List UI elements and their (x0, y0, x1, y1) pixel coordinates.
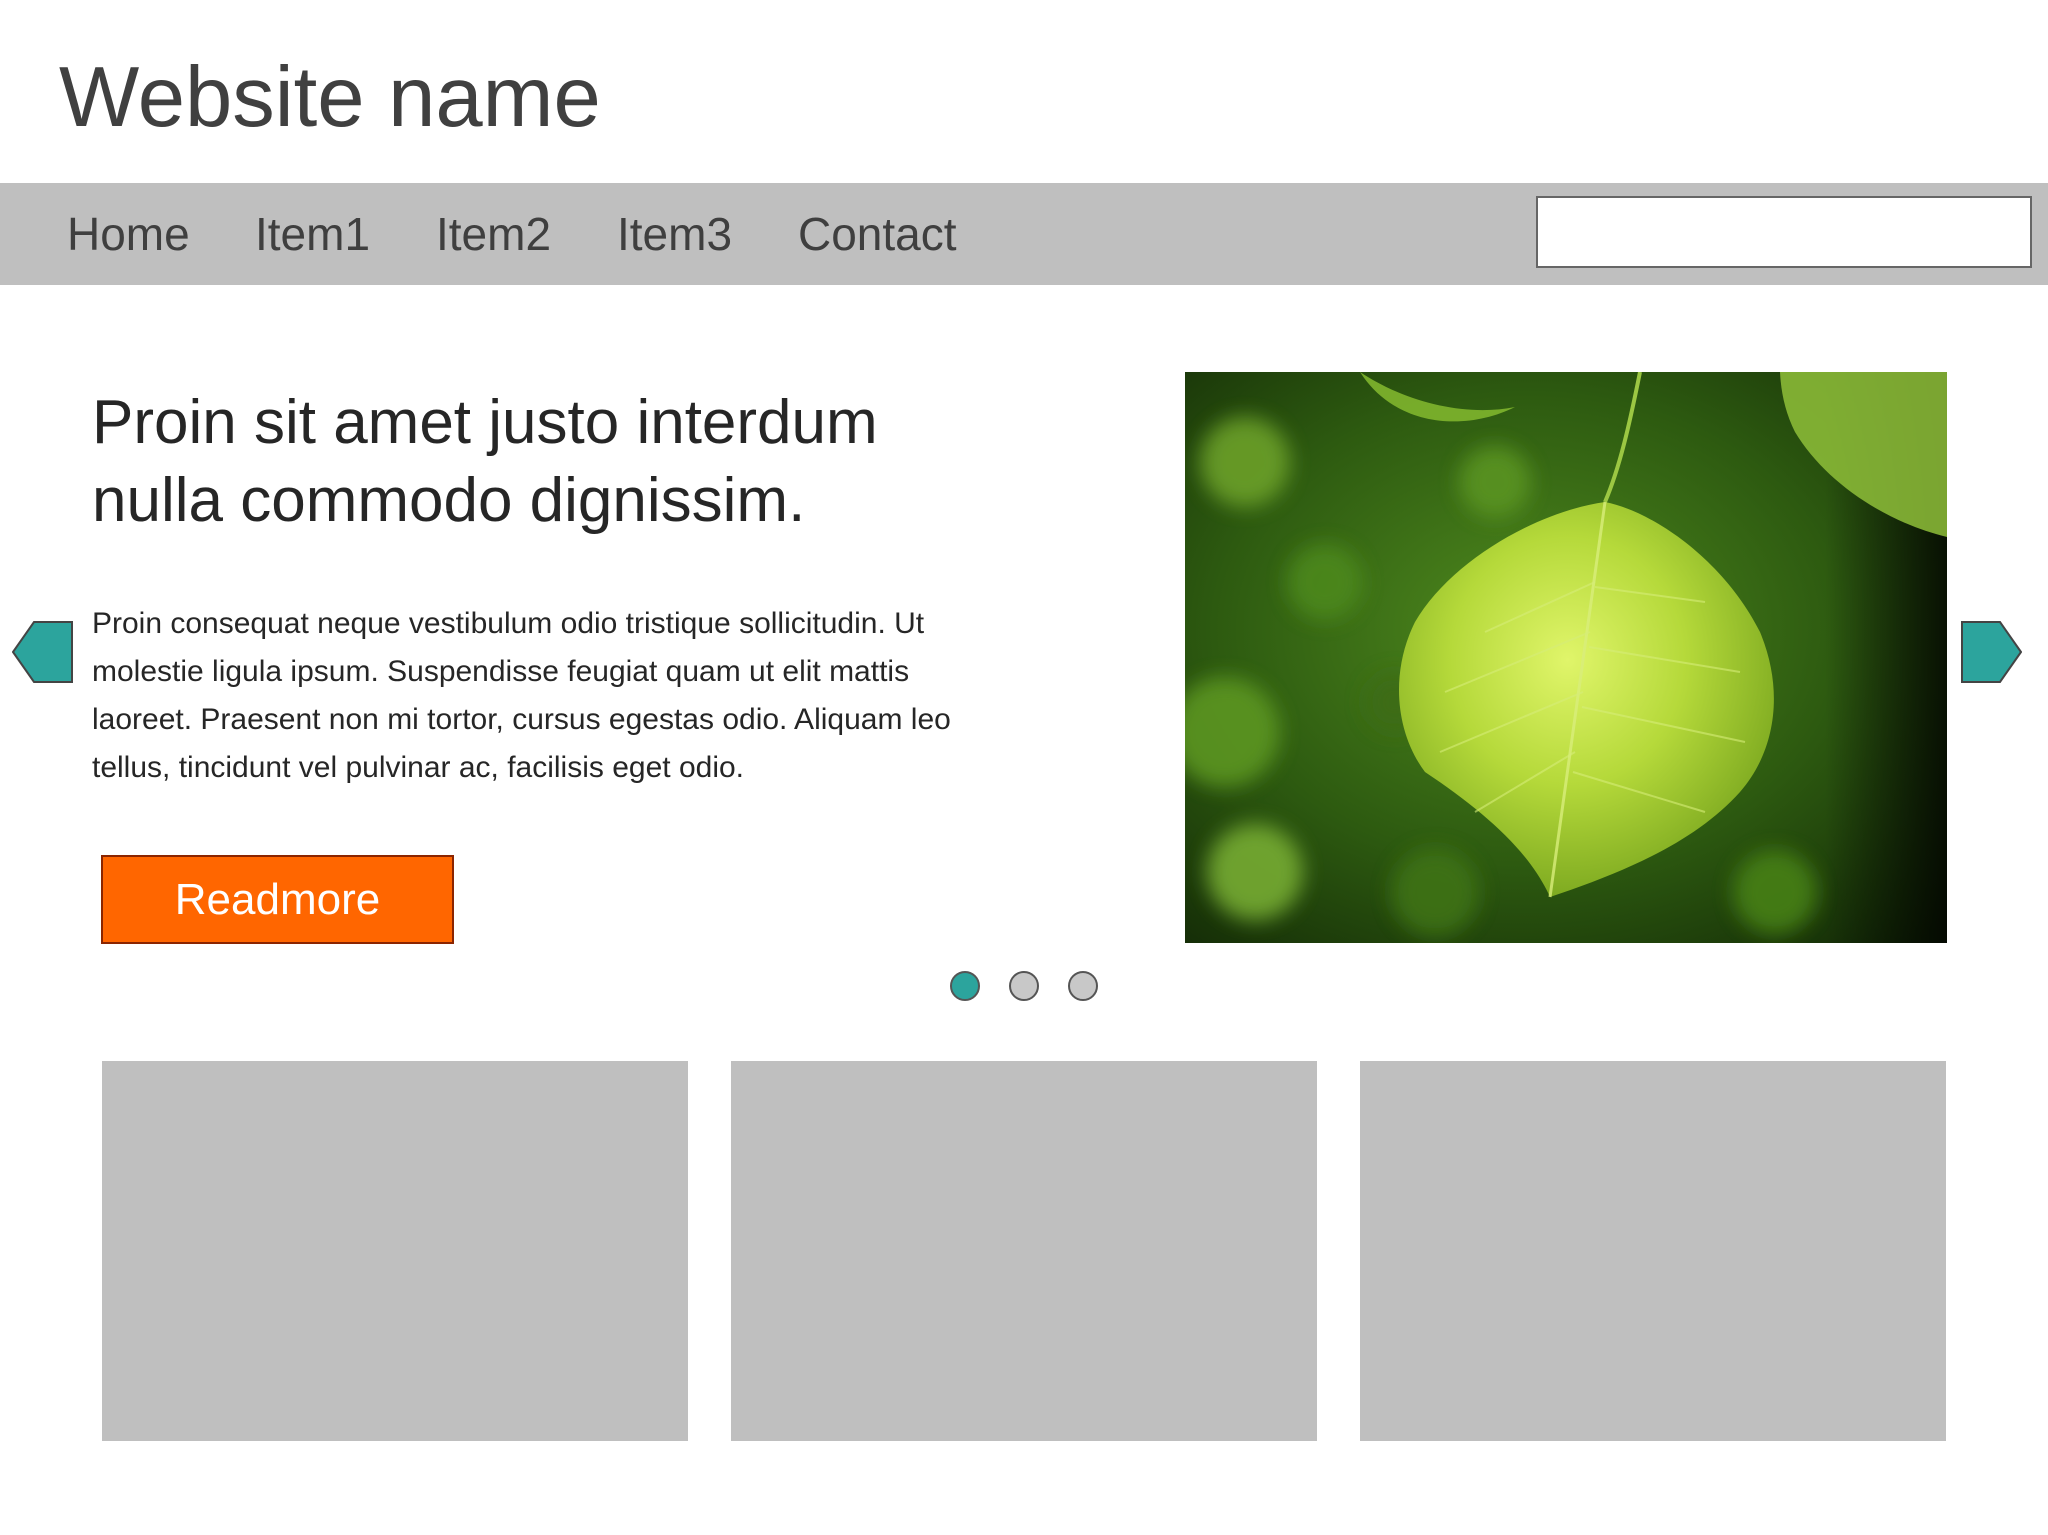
main-navbar: Home Item1 Item2 Item3 Contact (0, 183, 2048, 285)
nav-item-item2[interactable]: Item2 (436, 206, 551, 262)
slider-pagination (948, 971, 1103, 1005)
nav-item-item1[interactable]: Item1 (255, 206, 370, 262)
hero-heading: Proin sit amet justo interdum nulla comm… (92, 388, 878, 535)
pagination-dot-2[interactable] (1009, 971, 1039, 1001)
site-title: Website name (59, 50, 601, 145)
content-card-placeholder (731, 1061, 1317, 1441)
nav-item-item3[interactable]: Item3 (617, 206, 732, 262)
arrow-right-icon[interactable] (1960, 620, 2022, 684)
hero-leaf-image (1185, 372, 1947, 943)
nav-item-contact[interactable]: Contact (798, 206, 957, 262)
nav-item-home[interactable]: Home (67, 206, 190, 262)
content-card-placeholder (102, 1061, 688, 1441)
pagination-dot-3[interactable] (1068, 971, 1098, 1001)
readmore-button[interactable]: Readmore (101, 855, 454, 944)
arrow-left-icon[interactable] (12, 620, 74, 684)
hero-body-text: Proin consequat neque vestibulum odio tr… (92, 607, 951, 784)
content-card-placeholder (1360, 1061, 1946, 1441)
pagination-dot-1[interactable] (950, 971, 980, 1001)
search-input[interactable] (1536, 196, 2032, 268)
